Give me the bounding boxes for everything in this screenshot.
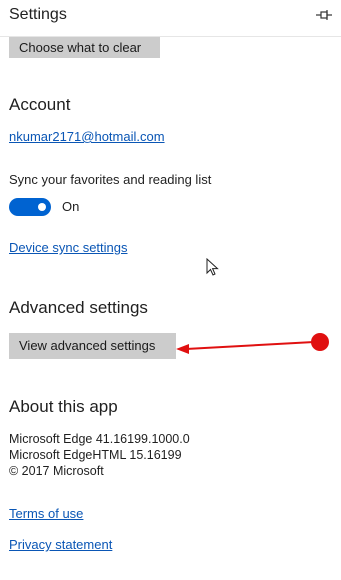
settings-header: Settings — [0, 0, 341, 37]
account-heading: Account — [9, 95, 71, 114]
choose-what-to-clear-label: Choose what to clear — [19, 40, 142, 55]
pin-icon[interactable] — [315, 8, 333, 22]
view-advanced-settings-label: View advanced settings — [19, 338, 156, 353]
privacy-statement-link[interactable]: Privacy statement — [9, 537, 112, 552]
about-heading: About this app — [9, 397, 118, 416]
sync-toggle[interactable] — [9, 198, 51, 216]
annotation-dot — [311, 333, 329, 351]
terms-of-use-link[interactable]: Terms of use — [9, 506, 83, 521]
choose-what-to-clear-button[interactable]: Choose what to clear — [9, 37, 160, 58]
device-sync-settings-link[interactable]: Device sync settings — [9, 240, 128, 255]
annotation-arrowhead — [176, 344, 189, 354]
about-copyright: © 2017 Microsoft — [9, 464, 104, 478]
view-advanced-settings-button[interactable]: View advanced settings — [9, 333, 176, 359]
about-info: Microsoft Edge 41.16199.1000.0 Microsoft… — [9, 431, 190, 479]
sync-label: Sync your favorites and reading list — [9, 172, 212, 187]
sync-toggle-state: On — [62, 199, 80, 214]
annotation-arrow — [176, 333, 329, 354]
advanced-settings-heading: Advanced settings — [9, 298, 148, 317]
account-email-link[interactable]: nkumar2171@hotmail.com — [9, 129, 165, 144]
mouse-cursor-icon — [206, 258, 219, 276]
page-title: Settings — [9, 6, 67, 23]
about-edge-version: Microsoft Edge 41.16199.1000.0 — [9, 432, 190, 446]
about-edgehtml-version: Microsoft EdgeHTML 15.16199 — [9, 448, 182, 462]
toggle-knob — [38, 203, 46, 211]
